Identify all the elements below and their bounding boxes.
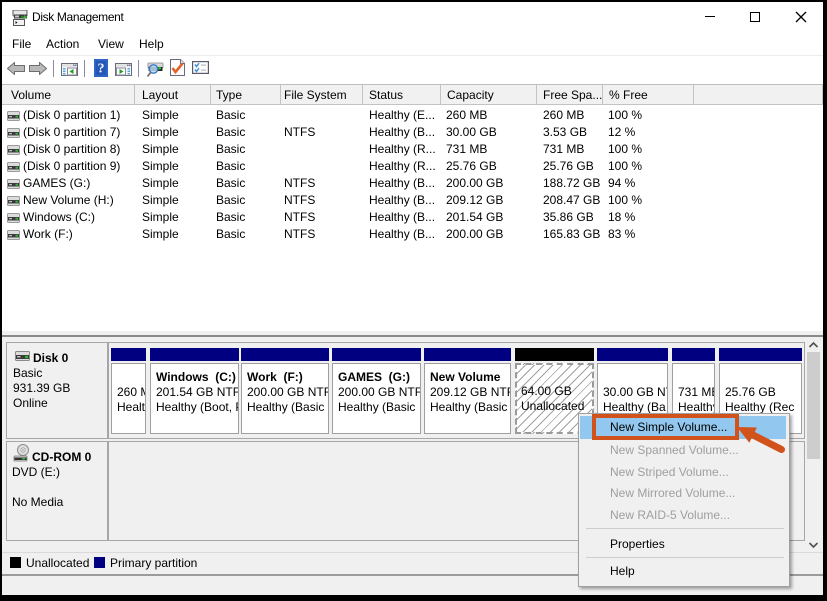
svg-text:?: ? bbox=[98, 62, 105, 77]
